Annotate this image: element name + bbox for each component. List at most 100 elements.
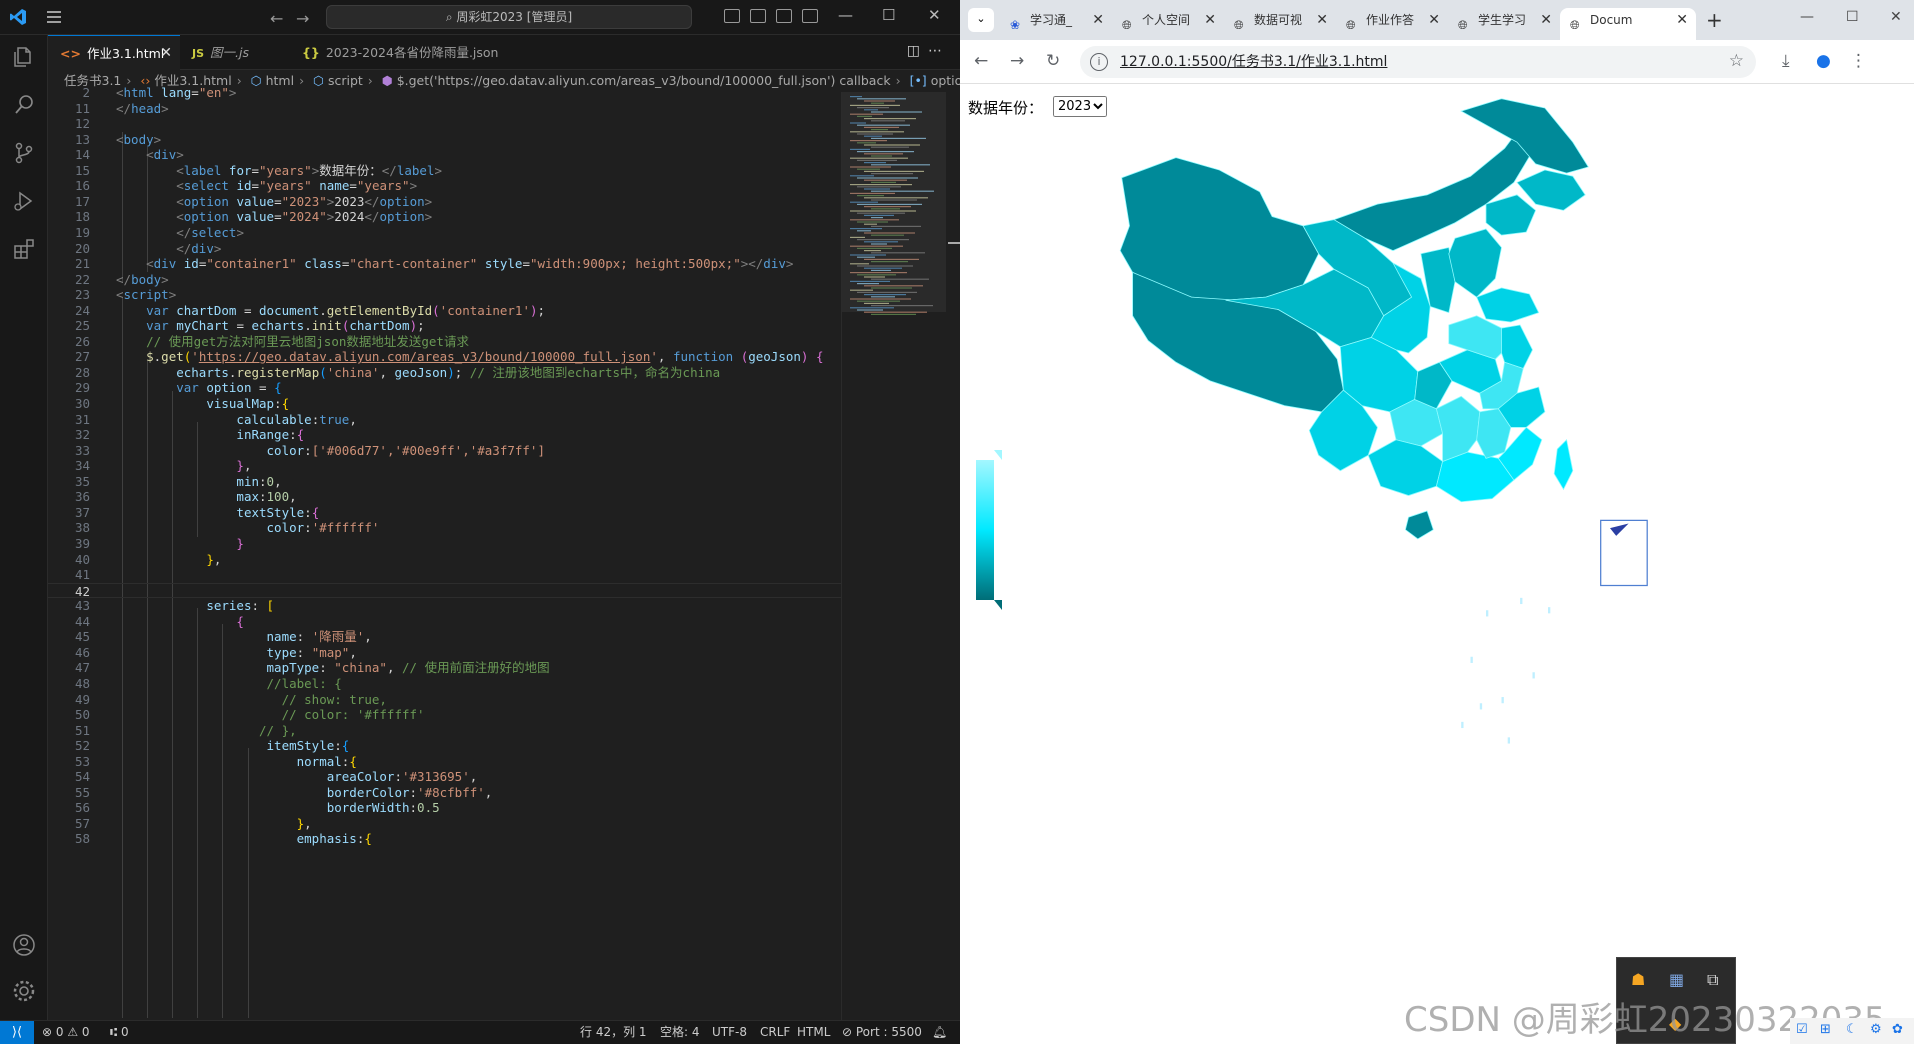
- code-line[interactable]: 47 mapType: "china", // 使用前面注册好的地图: [48, 660, 841, 676]
- profile-avatar-icon[interactable]: ●: [1816, 51, 1831, 71]
- code-line[interactable]: 25 var myChart = echarts.init(chartDom);: [48, 318, 841, 334]
- tab-json-file[interactable]: {} 2023-2024各省份降雨量.json: [290, 35, 500, 70]
- copy-icon[interactable]: ⧉: [1707, 970, 1718, 990]
- code-line[interactable]: 55 borderColor:'#8cfbff',: [48, 785, 841, 801]
- source-control-icon[interactable]: [12, 141, 36, 165]
- code-line[interactable]: 20 </div>: [48, 241, 841, 257]
- code-line[interactable]: 19 </select>: [48, 225, 841, 241]
- tray-icon[interactable]: ✿: [1892, 1022, 1903, 1037]
- code-line[interactable]: 41: [48, 567, 841, 583]
- forward-icon[interactable]: →: [1010, 51, 1024, 71]
- tab-js-file[interactable]: JS 图一.js: [180, 35, 290, 70]
- code-line[interactable]: 28 echarts.registerMap('china', geoJson)…: [48, 365, 841, 381]
- editor-scrollbar[interactable]: [946, 92, 960, 1020]
- new-tab-icon[interactable]: +: [1706, 8, 1723, 32]
- province-hunan[interactable]: [1435, 395, 1481, 463]
- minimize-icon[interactable]: —: [1800, 9, 1814, 25]
- breadcrumb-option[interactable]: option: [931, 73, 960, 88]
- toggle-panel-icon[interactable]: [750, 9, 766, 23]
- problems-status[interactable]: ⊗ 0 ⚠ 0: [42, 1021, 90, 1044]
- code-line[interactable]: 45 name: '降雨量',: [48, 629, 841, 645]
- province-xinjiang[interactable]: [1119, 157, 1320, 301]
- code-line[interactable]: 54 areaColor:'#313695',: [48, 769, 841, 785]
- app-icon[interactable]: ☗: [1631, 970, 1645, 989]
- cursor-position[interactable]: 行 42，列 1: [580, 1021, 647, 1044]
- code-line[interactable]: 13 <body>: [48, 132, 841, 148]
- code-line[interactable]: 26 // 使用get方法对阿里云地图json数据地址发送get请求: [48, 334, 841, 350]
- code-line[interactable]: 2 <html lang="en">: [48, 85, 841, 101]
- toggle-secondary-sidebar-icon[interactable]: [776, 9, 792, 23]
- code-line[interactable]: 14 <div>: [48, 147, 841, 163]
- browser-tab[interactable]: 🌐︎ 作业作答 ✕: [1336, 8, 1448, 40]
- china-map-chart[interactable]: [960, 85, 1914, 1044]
- code-line[interactable]: 57 },: [48, 816, 841, 832]
- download-icon[interactable]: ⤓: [1782, 51, 1790, 71]
- code-line[interactable]: 32 inRange:{: [48, 427, 841, 443]
- close-window-icon[interactable]: ✕: [928, 6, 941, 24]
- province-hainan[interactable]: [1404, 510, 1434, 540]
- close-tab-icon[interactable]: ✕: [1316, 8, 1328, 32]
- code-line[interactable]: 50 // color: '#ffffff': [48, 707, 841, 723]
- toggle-sidebar-icon[interactable]: [724, 9, 740, 23]
- language-mode[interactable]: HTML: [797, 1021, 830, 1044]
- close-tab-icon[interactable]: ✕: [1540, 8, 1552, 32]
- code-line[interactable]: 38 color:'#ffffff': [48, 520, 841, 536]
- visual-map[interactable]: [976, 450, 1002, 610]
- province-shandong[interactable]: [1476, 287, 1540, 323]
- code-line[interactable]: 24 var chartDom = document.getElementByI…: [48, 303, 841, 319]
- code-line[interactable]: 18 <option value="2024">2024</option>: [48, 209, 841, 225]
- tray-icon[interactable]: ☑: [1796, 1022, 1808, 1037]
- code-line[interactable]: 43 series: [: [48, 598, 841, 614]
- reload-icon[interactable]: ↻: [1046, 51, 1060, 71]
- search-icon[interactable]: [12, 93, 36, 117]
- code-line[interactable]: 58 emphasis:{: [48, 831, 841, 847]
- tab-search-icon[interactable]: ⌄: [968, 8, 994, 32]
- province-guangxi[interactable]: [1367, 439, 1444, 496]
- code-line[interactable]: 11 </head>: [48, 101, 841, 117]
- code-line[interactable]: 30 visualMap:{: [48, 396, 841, 412]
- code-line[interactable]: 36 max:100,: [48, 489, 841, 505]
- close-tab-icon[interactable]: ✕: [1676, 8, 1688, 32]
- indentation[interactable]: 空格: 4: [660, 1021, 700, 1044]
- notifications-icon[interactable]: 🔔︎: [932, 1021, 947, 1044]
- tray-icon[interactable]: ⚙: [1870, 1022, 1882, 1037]
- code-line[interactable]: 44 {: [48, 614, 841, 630]
- live-server-status[interactable]: ⊘ Port : 5500: [842, 1021, 922, 1044]
- visual-map-handle-bottom[interactable]: [994, 600, 1002, 610]
- minimize-icon[interactable]: —: [838, 6, 853, 24]
- code-line[interactable]: 40 },: [48, 552, 841, 568]
- province-taiwan[interactable]: [1553, 438, 1574, 491]
- customize-layout-icon[interactable]: [802, 9, 818, 23]
- province-liaoning[interactable]: [1485, 194, 1537, 236]
- code-line[interactable]: 52 itemStyle:{: [48, 738, 841, 754]
- maximize-icon[interactable]: ☐: [882, 6, 895, 24]
- code-line[interactable]: 16 <select id="years" name="years">: [48, 178, 841, 194]
- code-line[interactable]: 31 calculable:true,: [48, 412, 841, 428]
- site-info-icon[interactable]: i: [1090, 53, 1108, 71]
- split-editor-icon[interactable]: ◫: [907, 43, 928, 59]
- browser-tab[interactable]: 🌐︎ 个人空间 ✕: [1112, 8, 1224, 40]
- province-henan[interactable]: [1448, 315, 1502, 360]
- extensions-icon[interactable]: [12, 237, 36, 261]
- code-line[interactable]: 51 // },: [48, 723, 841, 739]
- manage-gear-icon[interactable]: [12, 979, 36, 1003]
- province-hebei[interactable]: [1448, 228, 1502, 298]
- run-debug-icon[interactable]: [12, 189, 36, 213]
- code-line[interactable]: 33 color:['#006d77','#00e9ff','#a3f7ff']: [48, 443, 841, 459]
- code-line[interactable]: 48 //label: {: [48, 676, 841, 692]
- code-line[interactable]: 37 textStyle:{: [48, 505, 841, 521]
- code-line[interactable]: 29 var option = {: [48, 380, 841, 396]
- code-line[interactable]: 22 </body>: [48, 272, 841, 288]
- app-icon[interactable]: ▦: [1669, 970, 1684, 989]
- code-line[interactable]: 12: [48, 116, 841, 132]
- code-line[interactable]: 15 <label for="years">数据年份：</label>: [48, 163, 841, 179]
- back-icon[interactable]: ←: [270, 9, 283, 28]
- browser-tab[interactable]: 🌐︎ 数据可视 ✕: [1224, 8, 1336, 40]
- more-actions-icon[interactable]: ⋯: [928, 43, 950, 59]
- back-icon[interactable]: ←: [974, 51, 988, 71]
- browser-tab[interactable]: 🌐︎ 学生学习 ✕: [1448, 8, 1560, 40]
- code-editor[interactable]: 2 <html lang="en"> 11 </head> 12 13 <body> 14 <…: [48, 85, 841, 1020]
- remote-icon[interactable]: ⟩⟨: [0, 1021, 34, 1044]
- code-line[interactable]: 42: [48, 582, 841, 599]
- browser-menu-icon[interactable]: ⋮: [1850, 51, 1867, 71]
